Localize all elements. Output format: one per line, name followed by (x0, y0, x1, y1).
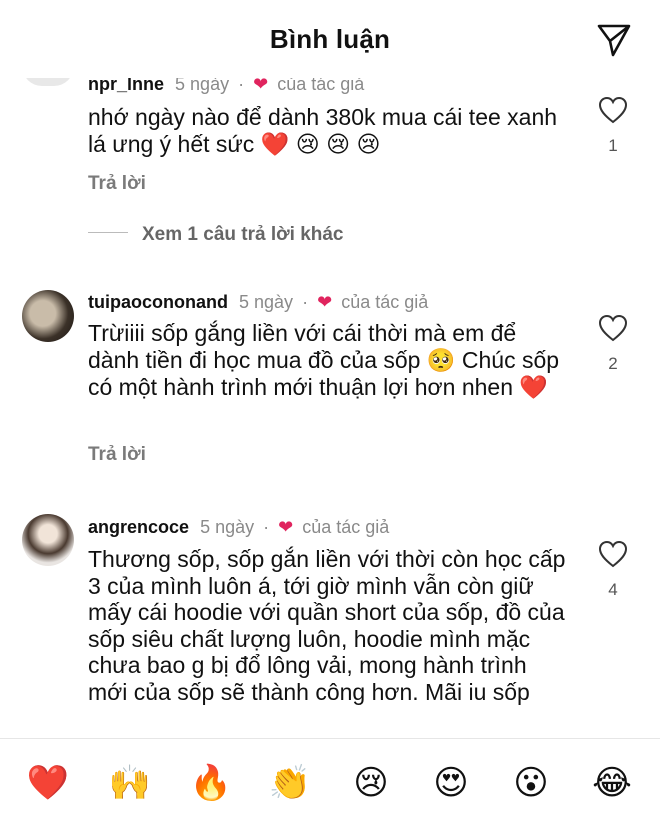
divider-line (88, 232, 128, 234)
like-count: 2 (608, 354, 618, 373)
comment-time: 5 ngày (200, 517, 255, 537)
raised-hands-emoji-button[interactable]: 🙌 (108, 763, 152, 803)
separator-dot: · (263, 517, 270, 537)
heart-outline-icon (598, 96, 628, 124)
heart-eyes-emoji-button[interactable]: 😍 (429, 763, 473, 803)
crying-emoji-button[interactable]: 😢 (349, 763, 393, 803)
view-more-label: Xem 1 câu trả lời khác (142, 224, 344, 245)
avatar[interactable] (22, 514, 74, 566)
reply-button[interactable]: Trả lời (88, 444, 146, 466)
author-liked-label: của tác giả (341, 292, 429, 312)
view-more-replies[interactable]: Xem 1 câu trả lời khác (88, 224, 344, 246)
reply-button[interactable]: Trả lời (88, 173, 146, 195)
author-heart-icon: ❤ (317, 292, 333, 312)
surprised-emoji-button[interactable]: 😮 (509, 763, 553, 803)
comments-header: Bình luận (0, 0, 660, 78)
author-heart-icon: ❤ (278, 517, 294, 537)
comment-username[interactable]: angrencoce (88, 517, 189, 537)
fire-emoji-button[interactable]: 🔥 (189, 763, 233, 803)
laughing-emoji-button[interactable]: 😂 (590, 763, 634, 803)
author-liked-label: của tác giả (302, 517, 390, 537)
comment-text: nhớ ngày nào để dành 380k mua cái tee xa… (88, 104, 558, 157)
comment-username[interactable]: tuipaocononand (88, 292, 228, 312)
emoji-reaction-bar: ❤️ 🙌 🔥 👏 😢 😍 😮 😂 (0, 738, 660, 825)
comment-meta: tuipaocononand 5 ngày · ❤ của tác giả (88, 292, 428, 313)
send-icon[interactable] (596, 22, 632, 58)
avatar[interactable] (22, 290, 74, 342)
comment-text: Thương sốp, sốp gắn liền với thời còn họ… (88, 546, 566, 705)
heart-emoji-button[interactable]: ❤️ (26, 763, 70, 803)
like-count: 4 (608, 580, 618, 599)
comment-time: 5 ngày (239, 292, 294, 312)
page-title: Bình luận (269, 24, 391, 54)
comment-text: Trừiiii sốp gắng liền với cái thời mà em… (88, 320, 560, 400)
clapping-emoji-button[interactable]: 👏 (268, 763, 312, 803)
comment-meta: angrencoce 5 ngày · ❤ của tác giả (88, 517, 389, 538)
like-button[interactable]: 2 (598, 314, 628, 374)
like-count: 1 (608, 136, 618, 155)
like-button[interactable]: 1 (598, 96, 628, 156)
heart-outline-icon (598, 314, 628, 342)
separator-dot: · (302, 292, 309, 312)
heart-outline-icon (598, 540, 628, 568)
like-button[interactable]: 4 (598, 540, 628, 600)
